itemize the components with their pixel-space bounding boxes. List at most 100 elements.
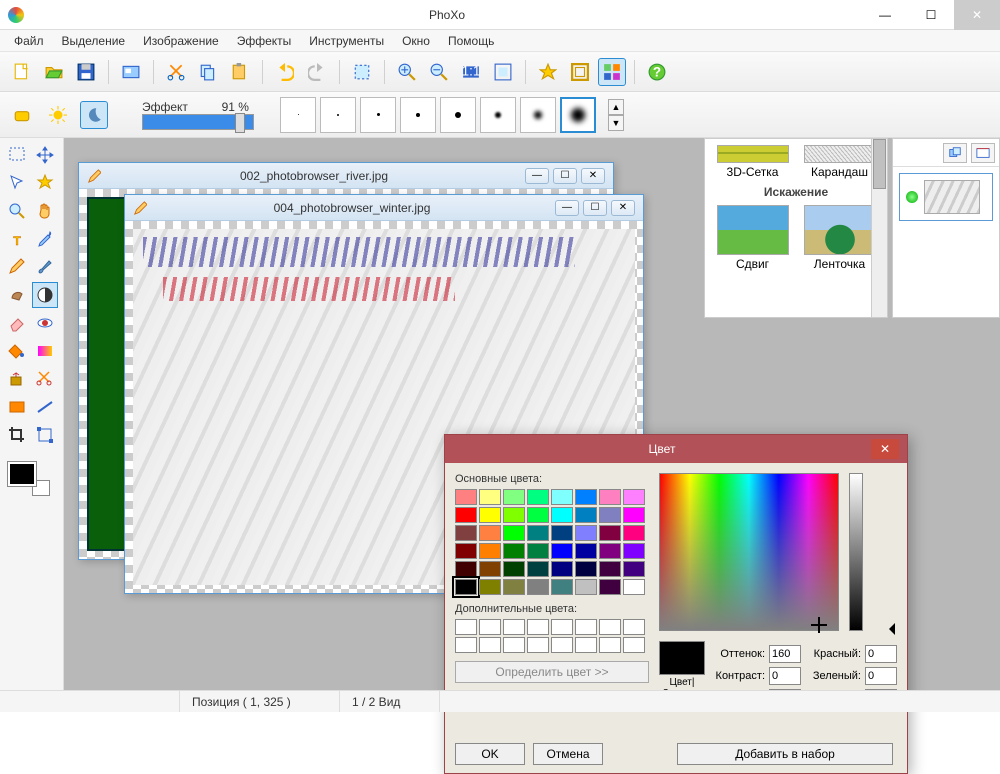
doc-maximize-button[interactable]: ☐: [553, 168, 577, 184]
basic-color-cell[interactable]: [551, 561, 573, 577]
brush-5[interactable]: [440, 97, 476, 133]
layer-row[interactable]: [899, 173, 993, 221]
basic-color-cell[interactable]: [599, 543, 621, 559]
brush-down-button[interactable]: ▼: [608, 115, 624, 131]
custom-color-cell[interactable]: [575, 619, 597, 635]
foreground-color[interactable]: [8, 462, 36, 486]
cancel-button[interactable]: Отмена: [533, 743, 603, 765]
basic-color-cell[interactable]: [503, 561, 525, 577]
zoom-fit-button[interactable]: [489, 58, 517, 86]
brush-1[interactable]: [280, 97, 316, 133]
basic-color-cell[interactable]: [551, 579, 573, 595]
line-tool[interactable]: [32, 394, 58, 420]
new-file-button[interactable]: [8, 58, 36, 86]
zoom-actual-button[interactable]: 1:1: [457, 58, 485, 86]
basic-color-cell[interactable]: [599, 579, 621, 595]
zoom-in-button[interactable]: [393, 58, 421, 86]
brush-up-button[interactable]: ▲: [608, 99, 624, 115]
basic-color-cell[interactable]: [455, 543, 477, 559]
brush-7[interactable]: [520, 97, 556, 133]
frame-button[interactable]: [566, 58, 594, 86]
layer-thumbnail[interactable]: [924, 180, 980, 214]
opt-moon-button[interactable]: [80, 101, 108, 129]
zoom-out-button[interactable]: [425, 58, 453, 86]
brush-2[interactable]: [320, 97, 356, 133]
basic-color-cell[interactable]: [503, 507, 525, 523]
basic-color-cell[interactable]: [479, 525, 501, 541]
effect-pencil[interactable]: Карандаш: [799, 145, 881, 179]
menu-selection[interactable]: Выделение: [54, 32, 134, 50]
doc-minimize-button[interactable]: —: [555, 200, 579, 216]
basic-color-cell[interactable]: [503, 525, 525, 541]
open-file-button[interactable]: [40, 58, 68, 86]
basic-color-cell[interactable]: [623, 507, 645, 523]
basic-color-cell[interactable]: [623, 489, 645, 505]
redeye-tool[interactable]: [32, 310, 58, 336]
basic-color-cell[interactable]: [599, 561, 621, 577]
basic-color-cell[interactable]: [527, 507, 549, 523]
close-button[interactable]: ✕: [954, 0, 1000, 30]
basic-color-cell[interactable]: [623, 579, 645, 595]
basic-color-cell[interactable]: [599, 525, 621, 541]
custom-color-cell[interactable]: [551, 619, 573, 635]
brush-4[interactable]: [400, 97, 436, 133]
brush-8[interactable]: [560, 97, 596, 133]
layer-visibility-icon[interactable]: [906, 191, 918, 203]
custom-color-cell[interactable]: [527, 637, 549, 653]
wand-tool[interactable]: [32, 170, 58, 196]
layers-tab-b[interactable]: [971, 143, 995, 163]
arrow-tool[interactable]: [4, 170, 30, 196]
menu-image[interactable]: Изображение: [135, 32, 227, 50]
favorite-button[interactable]: [534, 58, 562, 86]
green-input[interactable]: [865, 667, 897, 685]
custom-color-cell[interactable]: [599, 637, 621, 653]
custom-color-cell[interactable]: [455, 619, 477, 635]
custom-color-cell[interactable]: [623, 619, 645, 635]
opt-sun-button[interactable]: [44, 101, 72, 129]
cut-button[interactable]: [162, 58, 190, 86]
basic-color-cell[interactable]: [599, 489, 621, 505]
menu-window[interactable]: Окно: [394, 32, 438, 50]
smudge-tool[interactable]: [4, 282, 30, 308]
custom-color-cell[interactable]: [503, 619, 525, 635]
menu-file[interactable]: Файл: [6, 32, 52, 50]
basic-color-cell[interactable]: [551, 543, 573, 559]
slider-handle[interactable]: [235, 113, 245, 133]
fill-tool[interactable]: [4, 338, 30, 364]
add-to-custom-button[interactable]: Добавить в набор: [677, 743, 893, 765]
basic-color-cell[interactable]: [575, 525, 597, 541]
shape-tool[interactable]: [4, 394, 30, 420]
hue-input[interactable]: [769, 645, 801, 663]
effect-slider[interactable]: [142, 114, 254, 130]
effect-shift[interactable]: Сдвиг: [712, 205, 794, 271]
zoom-tool[interactable]: [4, 198, 30, 224]
deselect-button[interactable]: [348, 58, 376, 86]
basic-color-cell[interactable]: [527, 579, 549, 595]
basic-color-cell[interactable]: [575, 489, 597, 505]
basic-color-cell[interactable]: [479, 543, 501, 559]
doc-minimize-button[interactable]: —: [525, 168, 549, 184]
basic-color-cell[interactable]: [455, 489, 477, 505]
basic-color-cell[interactable]: [503, 489, 525, 505]
redo-button[interactable]: [303, 58, 331, 86]
basic-color-cell[interactable]: [623, 561, 645, 577]
basic-color-cell[interactable]: [575, 507, 597, 523]
save-file-button[interactable]: [72, 58, 100, 86]
gradient-tool[interactable]: [32, 338, 58, 364]
basic-color-cell[interactable]: [479, 489, 501, 505]
scissors-tool[interactable]: [32, 366, 58, 392]
basic-color-cell[interactable]: [455, 525, 477, 541]
copy-button[interactable]: [194, 58, 222, 86]
sat-input[interactable]: [769, 667, 801, 685]
doc-close-button[interactable]: ✕: [581, 168, 605, 184]
brush-tool[interactable]: [32, 254, 58, 280]
custom-color-cell[interactable]: [479, 637, 501, 653]
basic-color-cell[interactable]: [551, 525, 573, 541]
rect-select-tool[interactable]: [4, 142, 30, 168]
ok-button[interactable]: OK: [455, 743, 525, 765]
dialog-close-button[interactable]: ✕: [871, 439, 899, 459]
custom-color-cell[interactable]: [527, 619, 549, 635]
menu-help[interactable]: Помощь: [440, 32, 502, 50]
dodge-burn-tool[interactable]: [32, 282, 58, 308]
text-tool[interactable]: T: [4, 226, 30, 252]
